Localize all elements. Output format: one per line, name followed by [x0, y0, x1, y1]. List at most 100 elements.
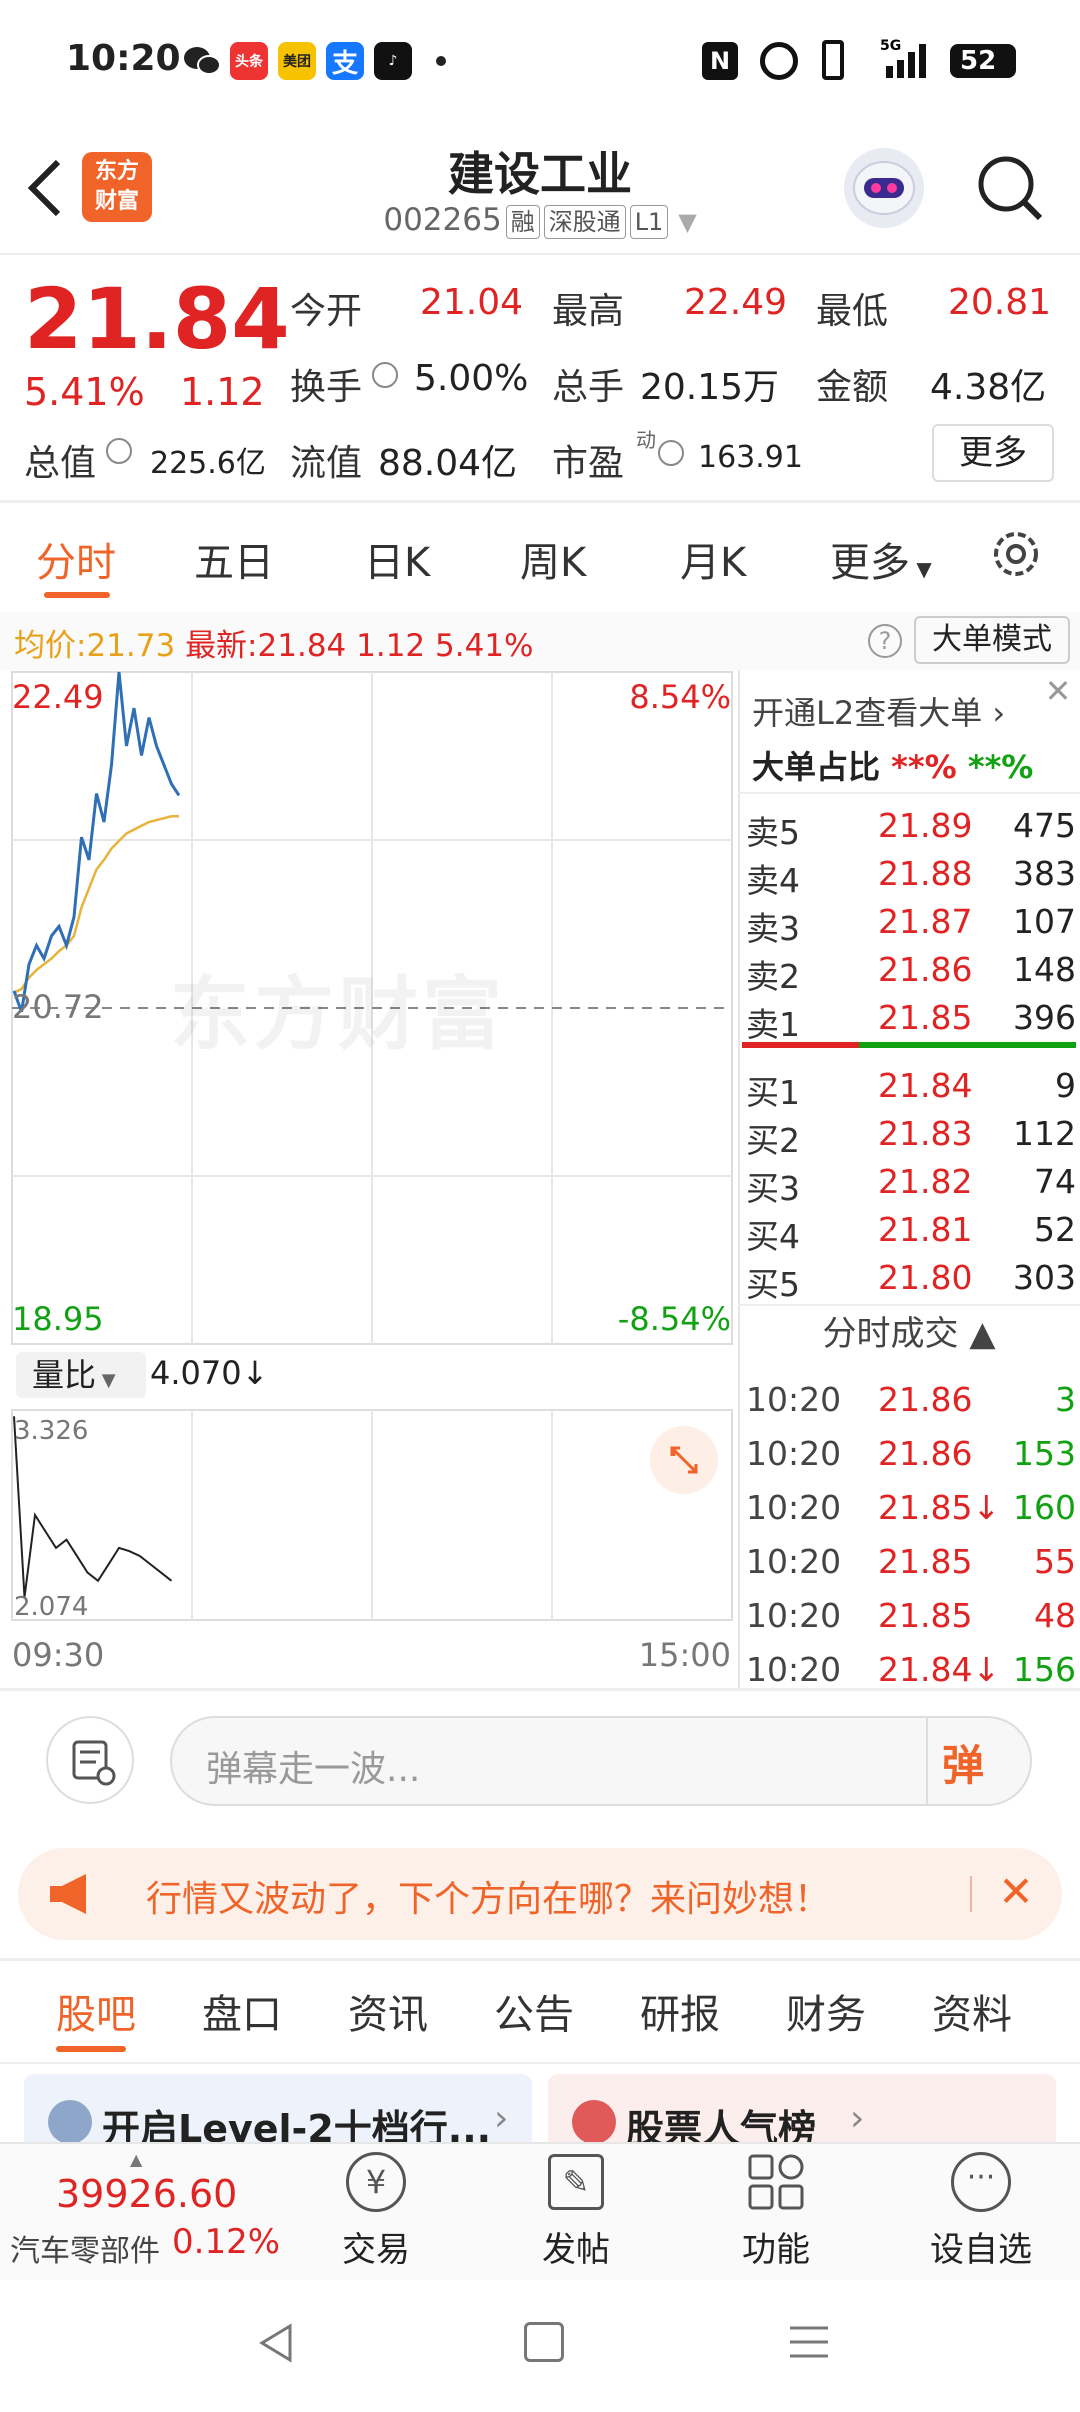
bids-row: 买3 21.82 74: [738, 1156, 1080, 1208]
post-label: 发帖: [542, 2230, 610, 2270]
tick-volume: 3: [1055, 1380, 1076, 1419]
bid-price: 21.83: [878, 1114, 973, 1153]
comment-settings-icon[interactable]: [46, 1716, 134, 1804]
tab-weekly-k[interactable]: 周K: [520, 530, 586, 588]
ticks-header[interactable]: 分时成交 ▲: [738, 1304, 1080, 1362]
vol-axis-top-label: 3.326: [14, 1416, 89, 1446]
tab-intraday[interactable]: 分时: [36, 530, 116, 588]
expand-icon[interactable]: [650, 1426, 718, 1494]
level2-card-icon: [48, 2100, 92, 2144]
settings-gear-icon[interactable]: [988, 526, 1044, 582]
robot-avatar-icon[interactable]: [844, 148, 924, 228]
bid-volume: 112: [1013, 1114, 1076, 1153]
vibrate-icon: [822, 40, 844, 80]
close-promo-icon[interactable]: ✕: [1038, 672, 1078, 712]
time-end-label: 15:00: [638, 1636, 731, 1674]
y-axis-top-label: 22.49: [12, 678, 104, 716]
info-circle-icon[interactable]: [372, 362, 398, 388]
close-banner-icon[interactable]: ✕: [986, 1862, 1046, 1922]
bid-price: 21.80: [878, 1258, 973, 1297]
ask-volume: 107: [1013, 902, 1076, 941]
y-axis-top-pct: 8.54%: [629, 678, 731, 716]
danmu-toggle-button[interactable]: 弹: [942, 1732, 1006, 1790]
system-menu-icon[interactable]: [786, 2320, 832, 2364]
content-tab-6[interactable]: 资料: [932, 1982, 1012, 2040]
content-tab-3[interactable]: 公告: [494, 1982, 574, 2040]
trade-button[interactable]: ¥ 交易: [316, 2148, 436, 2278]
section-divider: [0, 1688, 1080, 1691]
tick-volume: 160: [1013, 1488, 1076, 1527]
vol-ratio-label: 量比: [32, 1356, 97, 1394]
index-pct: 0.12%: [172, 2222, 281, 2262]
edit-icon: ✎: [548, 2154, 604, 2210]
system-home-icon[interactable]: [524, 2322, 564, 2362]
system-back-icon[interactable]: [252, 2318, 302, 2368]
bids-row: 买5 21.80 303: [738, 1252, 1080, 1304]
mktcap-value: 225.6亿: [150, 446, 266, 481]
info-circle-icon[interactable]: [658, 440, 684, 466]
ask-price: 21.87: [878, 902, 973, 941]
function-button[interactable]: 功能: [716, 2148, 836, 2278]
dropdown-triangle-icon[interactable]: ▼: [678, 208, 696, 236]
latest-label: 最新:: [185, 628, 258, 664]
nfc-icon: N: [702, 42, 738, 80]
y-axis-bottom-pct: -8.54%: [617, 1300, 731, 1338]
watchlist-label: 设自选: [930, 2230, 1032, 2270]
ai-banner[interactable]: 行情又波动了，下个方向在哪？来问妙想！ ✕: [18, 1848, 1062, 1940]
y-axis-bottom-label: 18.95: [12, 1300, 104, 1338]
content-tab-0[interactable]: 股吧: [56, 1982, 136, 2040]
intraday-chart[interactable]: 东方财富 22.49 8.54% 20.72 18.95 -8.54% 量比 ▼…: [0, 670, 735, 1690]
tick-price: 21.85↓: [878, 1488, 1001, 1527]
post-button[interactable]: ✎ 发帖: [516, 2148, 636, 2278]
margin-tag: 融: [505, 205, 540, 239]
dot-icon: [436, 56, 446, 66]
danmu-input[interactable]: 弹幕走一波... 弹: [170, 1716, 1032, 1806]
ask-level-label: 卖4: [746, 861, 800, 900]
order-book-panel: 开通L2查看大单 › ✕ 大单占比 **% **% 卖5 21.89 475 卖4 21…: [738, 670, 1080, 1690]
l2-promo-link[interactable]: 开通L2查看大单 ›: [752, 688, 1005, 734]
content-tab-2[interactable]: 资讯: [348, 1982, 428, 2040]
ticks-row: 10:20 21.85↓ 160: [738, 1482, 1080, 1530]
vol-ratio-selector[interactable]: 量比 ▼: [16, 1352, 146, 1398]
bid-volume: 303: [1013, 1258, 1076, 1297]
danmu-divider: [926, 1718, 928, 1804]
tick-volume: 48: [1034, 1596, 1076, 1635]
meituan-icon: 美团: [278, 42, 316, 80]
bid-volume: 9: [1055, 1066, 1076, 1105]
tab-five-day[interactable]: 五日: [194, 530, 274, 588]
stock-code: 002265: [383, 202, 502, 238]
tick-time: 10:20: [746, 1650, 842, 1689]
big-order-ratio-label: 大单占比: [752, 748, 881, 786]
tick-volume: 55: [1034, 1542, 1076, 1581]
tab-daily-k[interactable]: 日K: [364, 530, 430, 588]
search-icon[interactable]: [974, 152, 1046, 224]
tab-more[interactable]: 更多 ▼: [830, 530, 932, 588]
ask-level-label: 卖5: [746, 813, 800, 852]
index-value: 39926.60: [56, 2172, 238, 2216]
tick-time: 10:20: [746, 1542, 842, 1581]
tick-volume: 153: [1013, 1434, 1076, 1473]
content-tab-5[interactable]: 财务: [786, 1982, 866, 2040]
ask-bid-divider: [742, 1042, 1076, 1048]
pe-label: 市盈: [552, 443, 625, 484]
help-icon[interactable]: ?: [868, 624, 902, 658]
change-amount: 1.12: [180, 370, 265, 414]
ask-volume: 396: [1013, 998, 1076, 1037]
bid-price: 21.81: [878, 1210, 973, 1249]
bids-row: 买4 21.81 52: [738, 1204, 1080, 1256]
turnover-value: 5.00%: [414, 358, 529, 399]
section-divider: [0, 1958, 1080, 1961]
content-tab-1[interactable]: 盘口: [202, 1982, 282, 2040]
more-button[interactable]: 更多: [932, 424, 1054, 482]
tab-monthly-k[interactable]: 月K: [680, 530, 746, 588]
bid-level-label: 买5: [746, 1265, 800, 1304]
volume-value: 20.15万: [640, 367, 780, 408]
info-circle-icon[interactable]: [106, 438, 132, 464]
content-tab-4[interactable]: 研报: [640, 1982, 720, 2040]
big-order-mode-button[interactable]: 大单模式: [914, 616, 1070, 664]
big-order-ratio: 大单占比 **% **%: [752, 742, 1033, 788]
ask-level-label: 卖3: [746, 909, 800, 948]
grid-icon: [746, 2152, 806, 2212]
add-watchlist-button[interactable]: ··· 设自选: [916, 2148, 1046, 2278]
banner-divider: [970, 1876, 972, 1912]
